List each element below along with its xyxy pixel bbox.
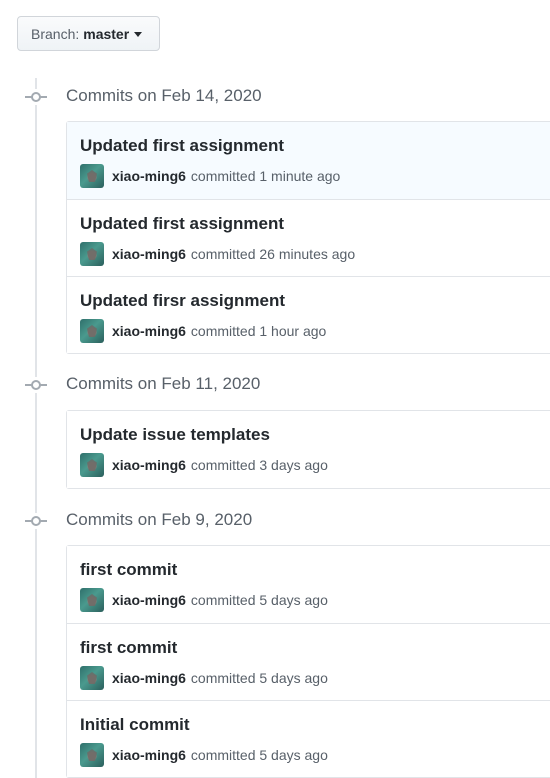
commit-time: 1 minute ago [259,168,341,184]
commit-list: Updated first assignment xiao-ming6 comm… [66,121,550,354]
commit-message-link[interactable]: Updated first assignment [80,136,284,156]
commit-message-link[interactable]: Updated firsr assignment [80,291,285,311]
commit-list: Update issue templates xiao-ming6 commit… [66,410,550,489]
commit-author-link[interactable]: xiao-ming6 [112,168,186,184]
commit-action: committed [190,246,256,262]
branch-value: master [83,25,130,42]
avatar[interactable] [80,453,104,477]
commit-item: Update issue templates xiao-ming6 commit… [67,411,550,488]
commit-group-title: Commits on Feb 14, 2020 [66,86,262,105]
commit-item: first commit xiao-ming6 committed 5 days… [67,623,550,700]
commit-group: Commits on Feb 11, 2020 [0,370,550,400]
caret-down-icon [134,32,143,37]
timeline-line [35,78,37,778]
commit-author-link[interactable]: xiao-ming6 [112,670,186,686]
commit-group: Commits on Feb 9, 2020 [0,506,550,536]
commit-group-title: Commits on Feb 9, 2020 [66,510,253,529]
avatar[interactable] [80,743,104,767]
commit-list: first commit xiao-ming6 committed 5 days… [66,545,550,778]
commit-author-link[interactable]: xiao-ming6 [112,457,186,473]
branch-select-button[interactable]: Branch: master [17,16,160,51]
commit-action: committed [190,323,256,339]
avatar[interactable] [80,588,104,612]
commit-action: committed [190,457,256,473]
git-commit-icon [25,89,47,105]
commit-message-link[interactable]: Update issue templates [80,425,270,445]
commit-author-link[interactable]: xiao-ming6 [112,747,186,763]
commit-time: 5 days ago [259,592,328,608]
commit-action: committed [190,670,256,686]
commit-item: Updated first assignment xiao-ming6 comm… [67,199,550,276]
commit-group: Commits on Feb 14, 2020 [0,82,550,112]
avatar[interactable] [80,319,104,343]
commit-time: 5 days ago [259,747,328,763]
avatar[interactable] [80,164,104,188]
commit-message-link[interactable]: Updated first assignment [80,214,284,234]
git-commit-icon [25,513,47,529]
commit-item: first commit xiao-ming6 committed 5 days… [67,546,550,623]
commit-author-link[interactable]: xiao-ming6 [112,592,186,608]
commit-message-link[interactable]: first commit [80,638,177,658]
commit-time: 5 days ago [259,670,328,686]
commit-item: Initial commit xiao-ming6 committed 5 da… [67,700,550,777]
commit-group-title: Commits on Feb 11, 2020 [66,374,261,393]
commit-message-link[interactable]: first commit [80,560,177,580]
commit-time: 1 hour ago [259,323,327,339]
commit-time: 26 minutes ago [259,246,356,262]
commit-time: 3 days ago [259,457,328,473]
commit-author-link[interactable]: xiao-ming6 [112,246,186,262]
commit-message-link[interactable]: Initial commit [80,715,190,735]
commit-item: Updated firsr assignment xiao-ming6 comm… [67,276,550,353]
branch-label: Branch: [31,25,80,42]
commit-author-link[interactable]: xiao-ming6 [112,323,186,339]
git-commit-icon [25,377,47,393]
avatar[interactable] [80,242,104,266]
commit-action: committed [190,747,256,763]
avatar[interactable] [80,666,104,690]
commit-action: committed [190,592,256,608]
commit-action: committed [190,168,256,184]
commit-item: Updated first assignment xiao-ming6 comm… [67,122,550,199]
